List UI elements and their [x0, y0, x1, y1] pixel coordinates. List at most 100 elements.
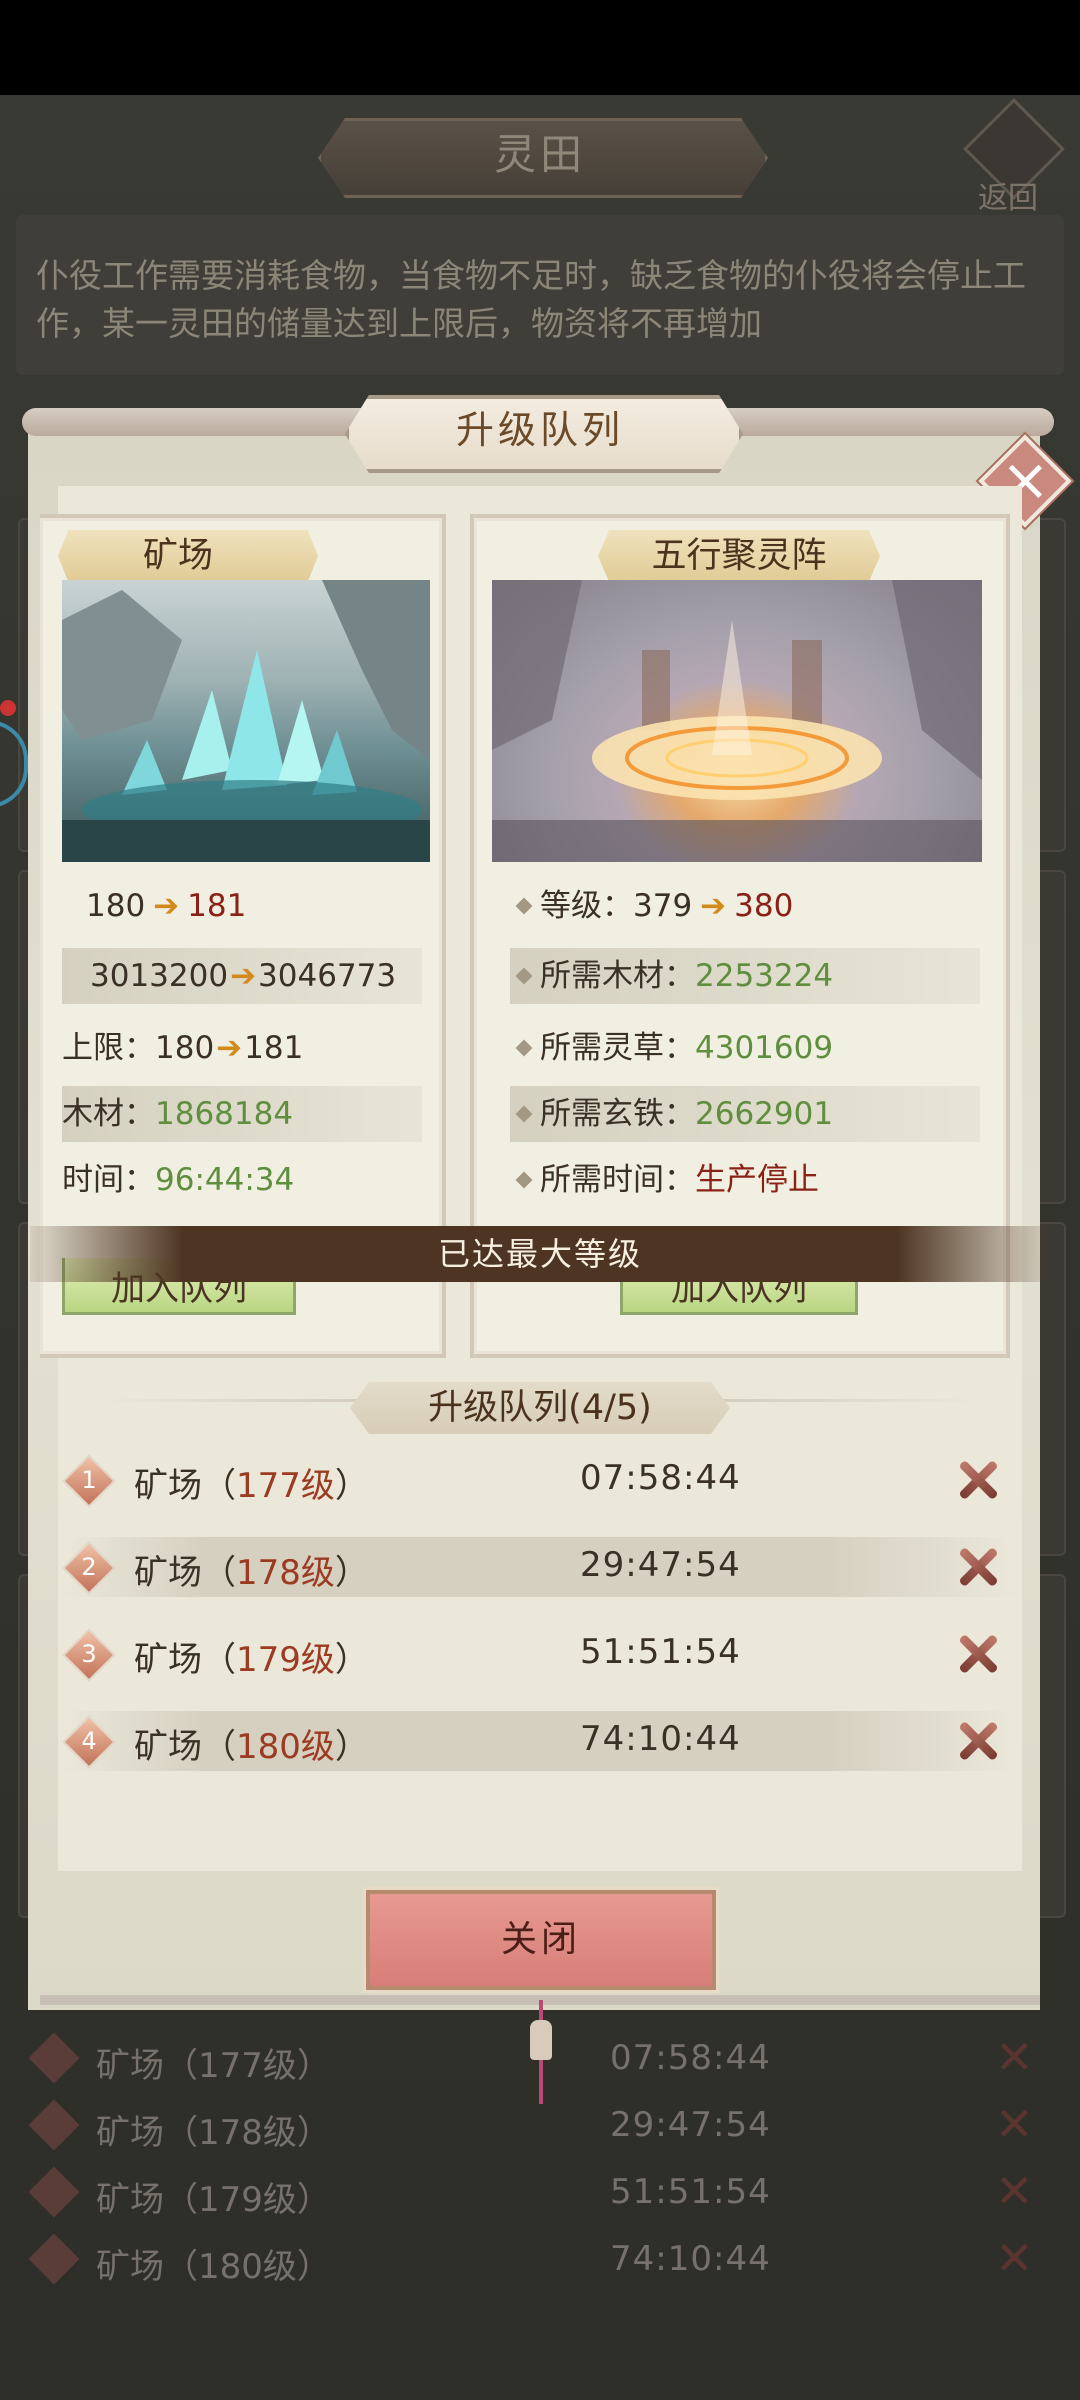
- card-title-mine: 矿场: [142, 536, 213, 576]
- queue-index: 2: [81, 1553, 97, 1581]
- cancel-icon[interactable]: [950, 1713, 1006, 1769]
- cancel-icon[interactable]: [950, 1626, 1006, 1682]
- max-level-toast: 已达最大等级: [30, 1226, 1050, 1282]
- queue-item-time: 51:51:54: [580, 1632, 741, 1672]
- arrow-right-icon: ➔: [700, 888, 727, 924]
- time-label: 所需时间：: [540, 1162, 695, 1198]
- queue-item-time: 74:10:44: [610, 2239, 771, 2279]
- time-value: 生产停止: [695, 1162, 819, 1198]
- queue-item-name: 矿场（179级）: [96, 2180, 331, 2220]
- queue-row: 1 矿场（177级） 07:58:44: [60, 1450, 1020, 1510]
- cap-from: 180: [155, 1030, 215, 1066]
- queue-index: 3: [81, 1640, 97, 1668]
- level-from: 379: [633, 888, 693, 924]
- iron-value: 2662901: [695, 1096, 834, 1132]
- wood-label: 所需木材：: [540, 958, 695, 994]
- queue-bracket: ）: [334, 1466, 369, 1506]
- wood-label: 木材：: [62, 1096, 155, 1132]
- cap-to: 181: [244, 1030, 304, 1066]
- queue-index-icon: [28, 2099, 80, 2151]
- queue-index-icon: [28, 2166, 80, 2218]
- herb-value: 4301609: [695, 1030, 834, 1066]
- bullet-icon: [515, 1039, 533, 1056]
- queue-header: 升级队列(4/5): [428, 1388, 652, 1428]
- level-label: 等级：: [540, 888, 633, 924]
- game-screen: 灵田 返回 仆役工作需要消耗食物，当食物不足时，缺乏食物的仆役将会停止工作，某一…: [0, 0, 1080, 2400]
- mine-illustration: [62, 580, 430, 862]
- stat-row-output: 3013200➔3046773: [62, 948, 422, 1004]
- herb-label: 所需灵草：: [540, 1030, 695, 1066]
- background-queue-row: 矿场（179级） 51:51:54 ✕: [28, 2164, 1060, 2224]
- queue-item-name: 矿场（177级）: [96, 2046, 331, 2086]
- stat-row-time: 所需时间：生产停止: [510, 1152, 980, 1208]
- stat-row-iron: 所需玄铁：2662901: [510, 1086, 980, 1142]
- queue-item-name: 矿场（179级）: [134, 1632, 369, 1681]
- stat-row-level: 等级：379 ➔ 380: [510, 878, 980, 934]
- queue-index: 4: [81, 1727, 97, 1755]
- notification-dot: [0, 700, 16, 716]
- bullet-icon: [515, 967, 533, 984]
- time-label: 时间：: [62, 1162, 155, 1198]
- card-title-formation: 五行聚灵阵: [651, 536, 827, 576]
- iron-label: 所需玄铁：: [540, 1096, 695, 1132]
- back-label: 返回: [978, 181, 1038, 216]
- arrow-right-icon: ➔: [153, 888, 180, 924]
- stat-row-wood: 木材：1868184: [62, 1086, 422, 1142]
- bullet-icon: [515, 1105, 533, 1122]
- queue-item-time: 29:47:54: [580, 1545, 741, 1585]
- cap-label: 上限：: [62, 1030, 155, 1066]
- queue-building: 矿场（: [134, 1466, 236, 1506]
- cancel-icon: ✕: [995, 2231, 1034, 2285]
- queue-item-time: 07:58:44: [610, 2038, 771, 2078]
- mine-crystal-image: [62, 580, 430, 862]
- back-button[interactable]: 返回: [960, 98, 1072, 216]
- time-value: 96:44:34: [155, 1162, 295, 1198]
- stat-row-herb: 所需灵草：4301609: [510, 1020, 980, 1076]
- queue-index-icon: [28, 2233, 80, 2285]
- queue-item-name: 矿场（180级）: [134, 1719, 369, 1768]
- queue-bracket: ）: [334, 1727, 369, 1767]
- formation-illustration: [492, 580, 982, 862]
- arrow-right-icon: ➔: [216, 1030, 243, 1066]
- output-from: 3013200: [90, 958, 229, 994]
- queue-level: 177级: [236, 1466, 335, 1506]
- output-to: 3046773: [258, 958, 397, 994]
- cancel-icon[interactable]: [950, 1452, 1006, 1508]
- queue-bracket: ）: [334, 1640, 369, 1680]
- queue-item-time: 29:47:54: [610, 2105, 771, 2145]
- queue-building: 矿场（: [134, 1553, 236, 1593]
- queue-item-name: 矿场（178级）: [134, 1545, 369, 1594]
- stat-row-level: 180 ➔ 181: [62, 878, 422, 934]
- bullet-icon: [515, 1171, 533, 1188]
- queue-item-name: 矿场（177级）: [134, 1458, 369, 1507]
- background-page-title: 灵田: [493, 130, 586, 179]
- queue-index: 1: [81, 1466, 97, 1494]
- queue-bracket: ）: [334, 1553, 369, 1593]
- queue-level: 178级: [236, 1553, 335, 1593]
- cancel-icon: ✕: [995, 2097, 1034, 2151]
- wood-value: 1868184: [155, 1096, 294, 1132]
- close-button[interactable]: 关闭: [366, 1890, 716, 1990]
- notice-text: 仆役工作需要消耗食物，当食物不足时，缺乏食物的仆役将会停止工作，某一灵田的储量达…: [36, 256, 1026, 343]
- queue-item-time: 74:10:44: [580, 1719, 741, 1759]
- queue-level: 180级: [236, 1727, 335, 1767]
- bullet-icon: [515, 897, 533, 914]
- status-bar-area: [0, 0, 1080, 95]
- queue-building: 矿场（: [134, 1727, 236, 1767]
- stat-row-time: 时间：96:44:34: [62, 1152, 422, 1208]
- level-from: 180: [86, 888, 146, 924]
- queue-row: 3 矿场（179级） 51:51:54: [60, 1624, 1020, 1684]
- background-queue-row: 矿场（180级） 74:10:44 ✕: [28, 2231, 1060, 2291]
- queue-item-time: 07:58:44: [580, 1458, 741, 1498]
- background-queue-row: 矿场（178级） 29:47:54 ✕: [28, 2097, 1060, 2157]
- stat-row-wood: 所需木材：2253224: [510, 948, 980, 1004]
- level-to: 380: [734, 888, 794, 924]
- stat-row-cap: 上限：180➔181: [62, 1020, 422, 1076]
- queue-row: 4 矿场（180级） 74:10:44: [60, 1711, 1020, 1771]
- cancel-icon: ✕: [995, 2030, 1034, 2084]
- cancel-icon[interactable]: [950, 1539, 1006, 1595]
- dialog-title: 升级队列: [455, 408, 624, 452]
- cancel-icon: ✕: [995, 2164, 1034, 2218]
- queue-building: 矿场（: [134, 1640, 236, 1680]
- bell-icon: [530, 2020, 552, 2060]
